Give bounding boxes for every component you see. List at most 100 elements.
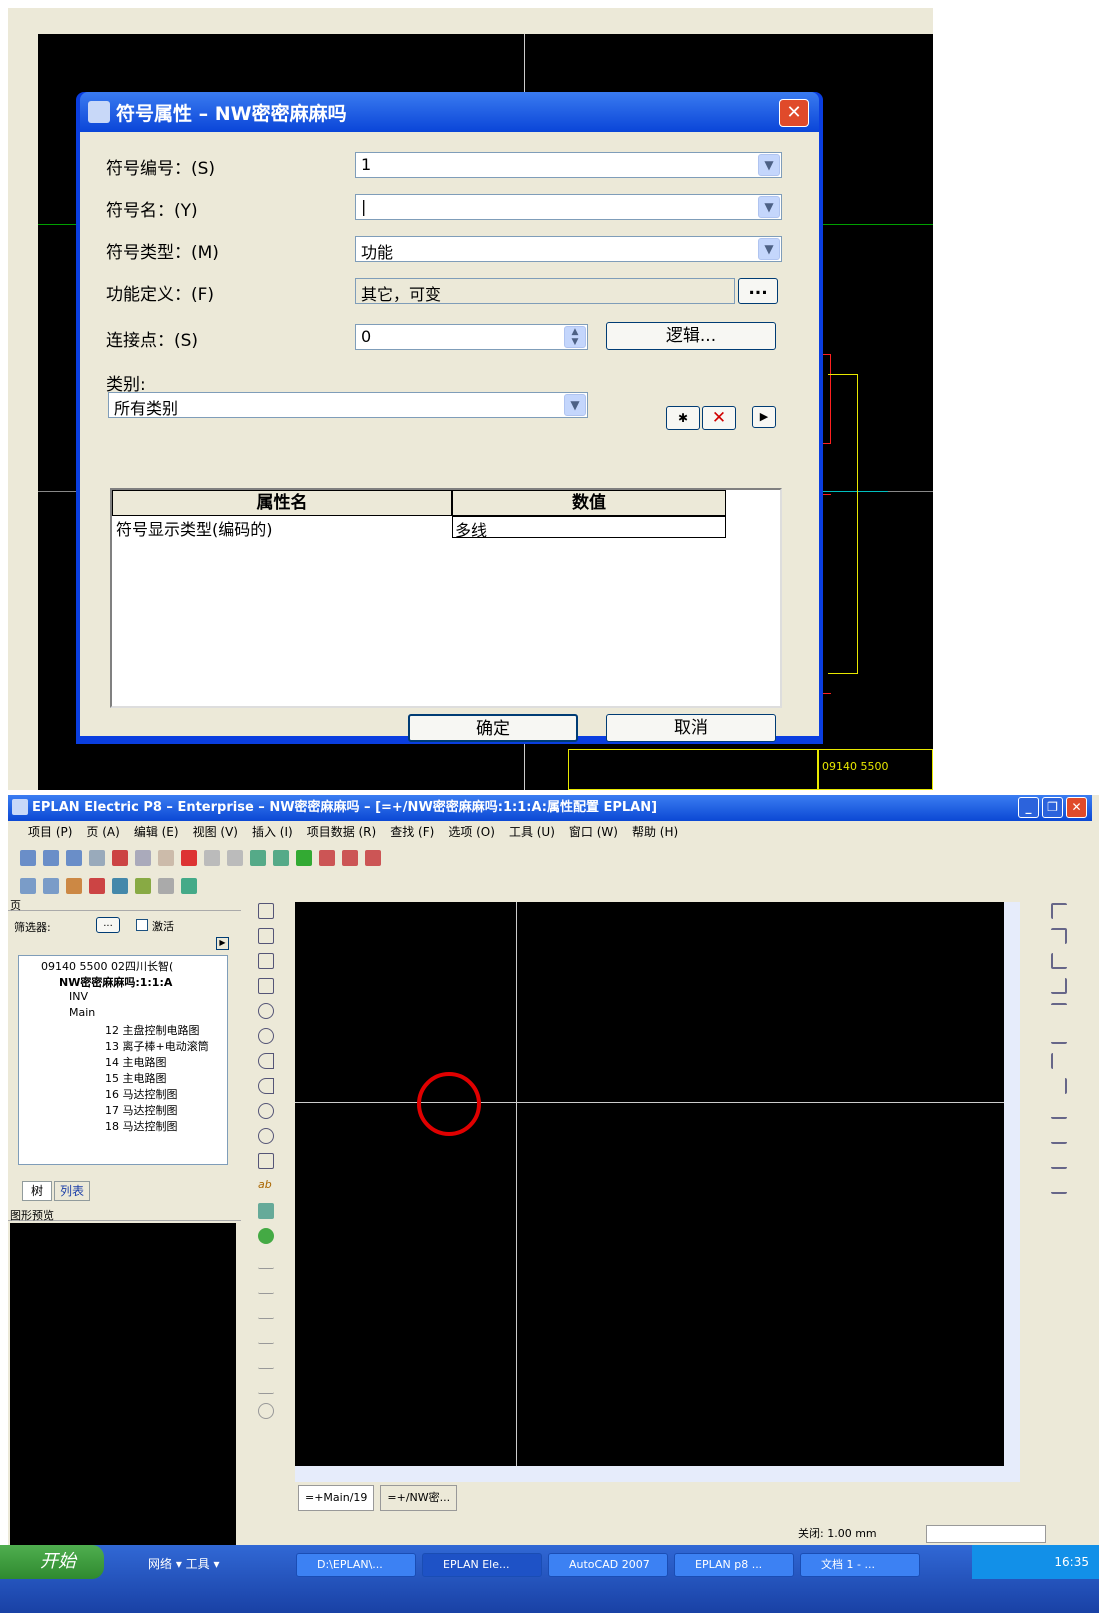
menu-item-window[interactable]: 窗口 (W)	[569, 821, 618, 843]
play-arrow-icon[interactable]: ▶	[216, 937, 229, 950]
menu-item-find[interactable]: 查找 (F)	[390, 821, 434, 843]
tree-item-page[interactable]: 12 主盘控制电路图	[105, 1022, 200, 1038]
dimension-aligned-icon[interactable]	[258, 1278, 274, 1294]
tree-item-current[interactable]: NW密密麻麻吗:1:1:A	[59, 974, 172, 990]
menu-item-help[interactable]: 帮助 (H)	[632, 821, 678, 843]
symbol-type-combo[interactable]: 功能 ▼	[355, 236, 782, 262]
redo-icon[interactable]	[227, 850, 243, 866]
activate-checkbox[interactable]	[136, 919, 148, 931]
quick-launch[interactable]: 网络 ▾ 工具 ▾	[148, 1555, 220, 1572]
branch-up-icon[interactable]	[1051, 1128, 1067, 1144]
grid-icon[interactable]	[319, 850, 335, 866]
tree-item-main[interactable]: Main	[69, 1006, 95, 1019]
grid-header-name[interactable]: 属性名	[112, 490, 452, 516]
page-tree[interactable]: 09140 5500 02四川长智( NW密密麻麻吗:1:1:A INV Mai…	[18, 955, 228, 1165]
function-def-browse-button[interactable]: ...	[738, 278, 778, 304]
branch-down-icon[interactable]	[1051, 1103, 1067, 1119]
grid-cell-value[interactable]: 多线	[452, 516, 726, 540]
ellipse-icon[interactable]	[258, 1128, 274, 1144]
zoom-out-icon[interactable]	[273, 850, 289, 866]
symbol-number-combo[interactable]: 1 ▼	[355, 152, 782, 178]
chevron-down-icon[interactable]: ▼	[758, 196, 780, 218]
horizontal-scrollbar[interactable]	[295, 1466, 1020, 1482]
symbol-icon[interactable]	[66, 878, 82, 894]
paste-icon[interactable]	[158, 850, 174, 866]
dimension-linear-icon[interactable]	[258, 1253, 274, 1269]
menu-item-view[interactable]: 视图 (V)	[193, 821, 238, 843]
grid-cell-name[interactable]: 符号显示类型(编码的)	[116, 516, 273, 540]
dimension-angle-icon[interactable]	[258, 1378, 274, 1394]
dimension-baseline-icon[interactable]	[258, 1353, 274, 1369]
menu-item-tools[interactable]: 工具 (U)	[509, 821, 555, 843]
ime-toolbar[interactable]	[926, 1525, 1046, 1543]
menu-item-project[interactable]: 项目 (P)	[28, 821, 72, 843]
arc-icon[interactable]	[258, 1053, 274, 1069]
taskbar-item[interactable]: EPLAN p8 ...	[674, 1553, 794, 1577]
menu-item-insert[interactable]: 插入 (I)	[252, 821, 293, 843]
dimension-increment-icon[interactable]	[258, 1328, 274, 1344]
corner-bottom-left-icon[interactable]	[1051, 953, 1067, 969]
polyline-icon[interactable]	[258, 928, 274, 944]
magnet-icon[interactable]	[365, 850, 381, 866]
diagonal-icon[interactable]	[1051, 1178, 1067, 1194]
print-icon[interactable]	[89, 850, 105, 866]
cut-icon[interactable]	[112, 850, 128, 866]
new-project-icon[interactable]	[20, 850, 36, 866]
dimension-chain-icon[interactable]	[258, 1303, 274, 1319]
text-icon[interactable]: ab	[258, 1178, 274, 1194]
restore-icon[interactable]: ❐	[1042, 797, 1063, 818]
close-icon[interactable]: ✕	[1066, 797, 1087, 818]
delete-property-icon[interactable]: ✕	[702, 406, 736, 430]
snap-icon[interactable]	[342, 850, 358, 866]
grid-header-value[interactable]: 数值	[452, 490, 726, 516]
tree-item-page[interactable]: 18 马达控制图	[105, 1118, 178, 1134]
connection-points-spinner[interactable]: 0 ▲ ▼	[355, 324, 588, 350]
delete-icon[interactable]	[181, 850, 197, 866]
tee-up-icon[interactable]	[1051, 1028, 1067, 1044]
page-icon[interactable]	[20, 878, 36, 894]
tree-item-page[interactable]: 17 马达控制图	[105, 1102, 178, 1118]
line-icon[interactable]	[258, 903, 274, 919]
logic-button[interactable]: 逻辑...	[606, 322, 776, 350]
tree-item-page[interactable]: 15 主电路图	[105, 1070, 167, 1086]
tree-item-page[interactable]: 14 主电路图	[105, 1054, 167, 1070]
category-combo[interactable]: 所有类别 ▼	[108, 392, 588, 418]
taskbar-item[interactable]: EPLAN Ele...	[422, 1553, 542, 1577]
arrow-right-icon[interactable]	[1051, 1153, 1067, 1169]
rectangle-icon[interactable]	[258, 978, 274, 994]
taskbar-item[interactable]: 文档 1 - ...	[800, 1553, 920, 1577]
cable-icon[interactable]	[112, 878, 128, 894]
corner-bottom-right-icon[interactable]	[1051, 978, 1067, 994]
spline-icon[interactable]	[258, 1153, 274, 1169]
editor-canvas[interactable]	[295, 902, 1020, 1482]
forward-icon[interactable]	[296, 850, 312, 866]
copy-icon[interactable]	[135, 850, 151, 866]
vertical-scrollbar[interactable]	[1004, 902, 1020, 1466]
arc-3pt-icon[interactable]	[258, 1078, 274, 1094]
save-icon[interactable]	[66, 850, 82, 866]
tree-item-inv[interactable]: INV	[69, 990, 88, 1003]
tree-item-project[interactable]: 09140 5500 02四川长智(	[41, 958, 173, 974]
chevron-down-icon[interactable]: ▼	[758, 154, 780, 176]
sector-icon[interactable]	[258, 1103, 274, 1119]
chevron-down-icon[interactable]: ▼	[564, 394, 586, 416]
report-icon[interactable]	[181, 878, 197, 894]
play-arrow-icon[interactable]: ▶	[752, 406, 776, 428]
new-property-icon[interactable]: ✱	[666, 406, 700, 430]
circle-icon[interactable]	[258, 1003, 274, 1019]
menu-item-project-data[interactable]: 项目数据 (R)	[307, 821, 377, 843]
macro-icon[interactable]	[158, 878, 174, 894]
tee-down-icon[interactable]	[1051, 1003, 1067, 1019]
terminal-icon[interactable]	[89, 878, 105, 894]
close-icon[interactable]: ✕	[779, 99, 809, 127]
zoom-in-icon[interactable]	[250, 850, 266, 866]
tee-left-icon[interactable]	[1051, 1078, 1067, 1094]
spin-arrows-icon[interactable]: ▲ ▼	[564, 326, 586, 348]
corner-top-right-icon[interactable]	[1051, 928, 1067, 944]
polygon-icon[interactable]	[258, 953, 274, 969]
taskbar-item[interactable]: AutoCAD 2007	[548, 1553, 668, 1577]
properties-grid[interactable]: 属性名 数值 符号显示类型(编码的) 多线	[110, 488, 782, 708]
dimension-radius-icon[interactable]	[258, 1403, 274, 1419]
editor-tab[interactable]: =+Main/19	[298, 1485, 375, 1511]
symbol-name-combo[interactable]: | ▼	[355, 194, 782, 220]
